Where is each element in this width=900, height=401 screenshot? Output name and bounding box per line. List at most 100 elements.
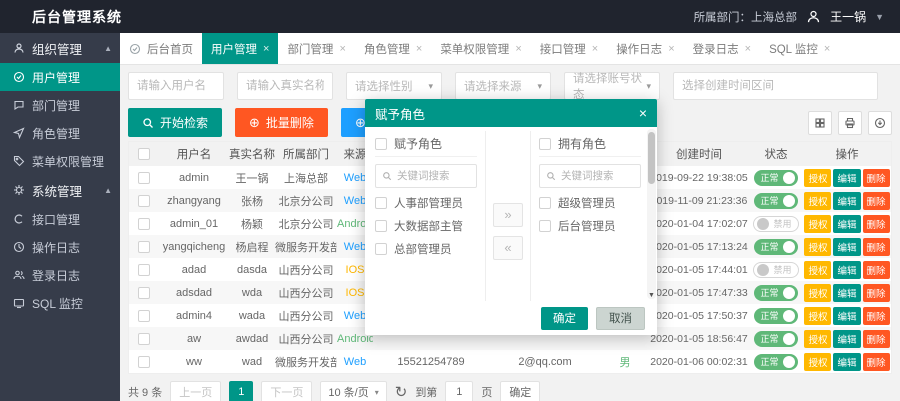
role-option[interactable]: 大数据部主管 — [375, 218, 477, 234]
select-all-checkbox[interactable] — [138, 148, 150, 160]
user-menu-caret-icon[interactable]: ▼ — [875, 12, 884, 22]
owned-roles-search[interactable] — [539, 164, 641, 188]
status-toggle[interactable]: 正常 — [754, 170, 797, 186]
close-icon[interactable]: × — [263, 43, 269, 55]
row-checkbox[interactable] — [138, 356, 150, 368]
role-checkbox[interactable] — [375, 243, 387, 255]
status-toggle[interactable]: 正常 — [754, 239, 797, 255]
row-checkbox[interactable] — [138, 218, 150, 230]
assignable-roles-search[interactable] — [375, 164, 477, 188]
delete-button[interactable]: 删除 — [863, 353, 890, 371]
cancel-button[interactable]: 取消 — [596, 307, 645, 330]
status-toggle[interactable]: 正常 — [754, 308, 797, 324]
status-toggle[interactable]: 正常 — [754, 193, 797, 209]
row-checkbox[interactable] — [138, 310, 150, 322]
columns-filter-button[interactable] — [808, 111, 832, 135]
tab-login-log[interactable]: 登录日志× — [684, 33, 760, 64]
keyword-search-input[interactable] — [397, 170, 470, 182]
sidebar-item-menu-permission-management[interactable]: 菜单权限管理 — [0, 147, 120, 175]
close-icon[interactable]: × — [416, 43, 422, 55]
sidebar-item-operation-log[interactable]: 操作日志 — [0, 233, 120, 261]
row-checkbox[interactable] — [138, 264, 150, 276]
authorize-button[interactable]: 授权 — [804, 215, 831, 233]
row-checkbox[interactable] — [138, 241, 150, 253]
edit-button[interactable]: 编辑 — [833, 284, 860, 302]
tab-menu-permission-management[interactable]: 菜单权限管理× — [431, 33, 530, 64]
edit-button[interactable]: 编辑 — [833, 261, 860, 279]
next-page-button[interactable]: 下一页 — [261, 381, 312, 401]
scrollbar-thumb[interactable] — [648, 132, 655, 184]
sidebar-group-organization[interactable]: 组织管理 ▲ — [0, 33, 120, 63]
role-checkbox[interactable] — [375, 197, 387, 209]
realname-filter-input[interactable] — [237, 72, 333, 100]
status-toggle[interactable]: 正常 — [754, 285, 797, 301]
page-size-select[interactable]: 10 条/页 ▾ — [320, 381, 386, 401]
select-all-assignable-checkbox[interactable] — [375, 138, 387, 150]
delete-button[interactable]: 删除 — [863, 192, 890, 210]
confirm-button[interactable]: 确定 — [541, 307, 588, 330]
delete-button[interactable]: 删除 — [863, 169, 890, 187]
refresh-icon[interactable]: ↻ — [395, 385, 408, 400]
delete-button[interactable]: 删除 — [863, 261, 890, 279]
close-icon[interactable]: × — [339, 43, 345, 55]
username-filter-input[interactable] — [128, 72, 224, 100]
delete-button[interactable]: 删除 — [863, 307, 890, 325]
authorize-button[interactable]: 授权 — [804, 238, 831, 256]
tab-role-management[interactable]: 角色管理× — [355, 33, 431, 64]
status-toggle[interactable]: 禁用 — [753, 262, 798, 278]
sidebar-group-system[interactable]: 系统管理 ▲ — [0, 175, 120, 205]
sidebar-item-role-management[interactable]: 角色管理 — [0, 119, 120, 147]
tab-api-management[interactable]: 接口管理× — [531, 33, 607, 64]
close-icon[interactable]: × — [824, 43, 830, 55]
role-option[interactable]: 人事部管理员 — [375, 195, 477, 211]
authorize-button[interactable]: 授权 — [804, 169, 831, 187]
current-page-button[interactable]: 1 — [229, 381, 253, 401]
delete-button[interactable]: 删除 — [863, 238, 890, 256]
status-toggle[interactable]: 禁用 — [753, 216, 798, 232]
row-checkbox[interactable] — [138, 172, 150, 184]
authorize-button[interactable]: 授权 — [804, 330, 831, 348]
tab-home[interactable]: 后台首页 — [120, 33, 202, 64]
sidebar-item-user-management[interactable]: 用户管理 — [0, 63, 120, 91]
authorize-button[interactable]: 授权 — [804, 261, 831, 279]
move-left-button[interactable]: « — [493, 236, 523, 260]
tab-department-management[interactable]: 部门管理× — [278, 33, 354, 64]
tab-sql-monitor[interactable]: SQL 监控× — [760, 33, 839, 64]
edit-button[interactable]: 编辑 — [833, 353, 860, 371]
created-range-filter-input[interactable] — [673, 72, 878, 100]
edit-button[interactable]: 编辑 — [833, 238, 860, 256]
modal-scrollbar[interactable]: ▼ — [647, 129, 656, 299]
role-checkbox[interactable] — [539, 197, 551, 209]
select-all-owned-checkbox[interactable] — [539, 138, 551, 150]
gender-filter-select[interactable]: 请选择性别 ▾ — [346, 72, 442, 100]
account-status-filter-select[interactable]: 请选择账号状态 ▾ — [564, 72, 660, 100]
row-checkbox[interactable] — [138, 333, 150, 345]
delete-button[interactable]: 删除 — [863, 215, 890, 233]
role-option[interactable]: 总部管理员 — [375, 241, 477, 257]
keyword-search-input[interactable] — [561, 170, 634, 182]
sidebar-item-api-management[interactable]: 接口管理 — [0, 205, 120, 233]
username[interactable]: 王一锅 — [830, 8, 866, 25]
sidebar-item-department-management[interactable]: 部门管理 — [0, 91, 120, 119]
role-option[interactable]: 后台管理员 — [539, 218, 641, 234]
authorize-button[interactable]: 授权 — [804, 284, 831, 302]
sidebar-item-login-log[interactable]: 登录日志 — [0, 261, 120, 289]
close-icon[interactable]: × — [592, 43, 598, 55]
status-toggle[interactable]: 正常 — [754, 331, 797, 347]
row-checkbox[interactable] — [138, 287, 150, 299]
close-icon[interactable]: × — [515, 43, 521, 55]
authorize-button[interactable]: 授权 — [804, 307, 831, 325]
tab-operation-log[interactable]: 操作日志× — [607, 33, 683, 64]
authorize-button[interactable]: 授权 — [804, 192, 831, 210]
status-toggle[interactable]: 正常 — [754, 354, 797, 370]
print-button[interactable] — [838, 111, 862, 135]
source-filter-select[interactable]: 请选择来源 ▾ — [455, 72, 551, 100]
edit-button[interactable]: 编辑 — [833, 330, 860, 348]
delete-button[interactable]: 删除 — [863, 284, 890, 302]
edit-button[interactable]: 编辑 — [833, 192, 860, 210]
close-icon[interactable]: × — [668, 43, 674, 55]
row-checkbox[interactable] — [138, 195, 150, 207]
export-button[interactable] — [868, 111, 892, 135]
goto-page-input[interactable] — [445, 381, 473, 401]
tab-user-management[interactable]: 用户管理× — [202, 33, 278, 64]
